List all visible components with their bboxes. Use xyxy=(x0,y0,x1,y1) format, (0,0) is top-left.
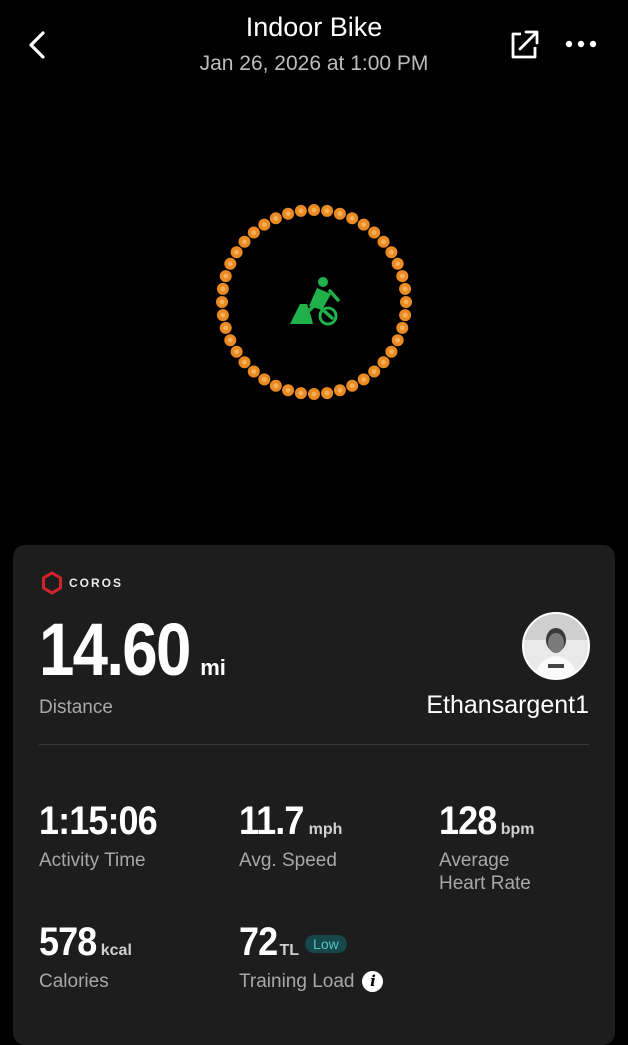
distance-label: Distance xyxy=(39,697,113,718)
ring-dot-center xyxy=(273,215,279,221)
ring-dot-center xyxy=(227,337,233,343)
ring-dot-center xyxy=(227,261,233,267)
distance-number: 14.60 xyxy=(39,608,191,691)
ring-dot-center xyxy=(242,239,247,245)
ring-dot-center xyxy=(371,369,377,374)
ring-dot-center xyxy=(234,249,240,255)
ring-dot-center xyxy=(223,273,229,279)
ring-dot-center xyxy=(361,377,367,382)
ring-dot-center xyxy=(381,239,386,245)
stat-avg-heart-rate: 128 bpm Average Heart Rate xyxy=(439,801,535,895)
coros-logo: COROS xyxy=(41,570,123,596)
ring-dot-center xyxy=(251,369,257,374)
ring-dot-center xyxy=(223,325,229,331)
ring-dot-center xyxy=(285,387,291,393)
ring-dot-center xyxy=(219,299,225,305)
divider xyxy=(39,744,589,745)
ring-dot-center xyxy=(251,230,257,235)
ring-dot-center xyxy=(324,390,330,396)
avg-speed-value: 11.7 xyxy=(239,799,304,843)
ring-dot-center xyxy=(389,249,394,255)
activity-time-value: 1:15:06 xyxy=(39,799,158,843)
ring-dot-center xyxy=(220,312,226,318)
username[interactable]: Ethansargent1 xyxy=(426,691,589,720)
avatar[interactable] xyxy=(522,612,590,680)
ring-dot-center xyxy=(298,208,304,214)
brand-name: COROS xyxy=(69,576,124,590)
ring-dot-center xyxy=(399,325,405,331)
ring-dot-center xyxy=(371,230,377,235)
training-load-label: Training Load xyxy=(239,971,355,992)
ring-dot-center xyxy=(337,211,343,217)
avg-hr-label-line1: Average xyxy=(439,850,510,871)
stats-card: COROS 14.60 mi Distance Ethansargent1 1:… xyxy=(13,545,615,1045)
ring-dot-center xyxy=(349,383,355,389)
ring-dot-center xyxy=(273,383,279,389)
ring-dot-center xyxy=(242,359,247,365)
profile-photo xyxy=(524,614,588,678)
ring-dot-center xyxy=(311,207,317,213)
ring-dot-center xyxy=(285,211,291,217)
ring-dot-center xyxy=(395,261,401,267)
avg-speed-unit: mph xyxy=(308,821,343,838)
activity-time-label: Activity Time xyxy=(39,850,146,871)
ring-dot-center xyxy=(403,299,409,305)
ring-dot-center xyxy=(395,337,401,343)
ring-dot-center xyxy=(402,312,408,318)
distance-value: 14.60 mi xyxy=(39,613,226,687)
ring-dot-center xyxy=(389,349,394,355)
avg-hr-label-line2: Heart Rate xyxy=(439,873,531,894)
ring-dot-center xyxy=(349,215,355,221)
ring-dot-center xyxy=(381,359,386,365)
training-load-value: 72 xyxy=(239,920,278,964)
avg-hr-value: 128 xyxy=(439,799,497,843)
coros-logo-icon xyxy=(42,571,62,595)
stat-avg-speed: 11.7 mph Avg. Speed xyxy=(239,801,342,872)
training-load-label-row: Training Load i xyxy=(239,970,384,993)
ring-dot-center xyxy=(361,222,367,228)
activity-ring xyxy=(216,204,412,400)
info-icon[interactable]: i xyxy=(362,971,384,993)
ring-dot-center xyxy=(298,390,304,396)
ring-dot-center xyxy=(311,391,317,397)
stationary-bike-icon xyxy=(290,277,340,326)
stat-calories: 578 kcal Calories xyxy=(39,922,132,993)
ring-dot-center xyxy=(261,222,267,228)
ring-dot-center xyxy=(220,286,226,292)
ring-dot-center xyxy=(399,273,405,279)
stat-training-load: 72 TL Low Training Load i xyxy=(239,920,384,993)
ring-dot-center xyxy=(261,377,267,382)
ring-dot-center xyxy=(337,387,343,393)
ring-dot-center xyxy=(324,208,330,214)
ring-dot-center xyxy=(402,286,408,292)
calories-label: Calories xyxy=(39,971,109,992)
avg-speed-label: Avg. Speed xyxy=(239,850,337,871)
calories-value: 578 xyxy=(39,920,97,964)
avg-hr-label: Average Heart Rate xyxy=(439,849,535,895)
avg-hr-unit: bpm xyxy=(500,821,535,838)
distance-unit: mi xyxy=(200,655,226,680)
training-load-unit: TL xyxy=(279,942,300,959)
ring-dot-center xyxy=(234,349,240,355)
calories-unit: kcal xyxy=(100,942,132,959)
training-load-badge: Low xyxy=(305,935,347,953)
stat-activity-time: 1:15:06 Activity Time xyxy=(39,801,170,872)
